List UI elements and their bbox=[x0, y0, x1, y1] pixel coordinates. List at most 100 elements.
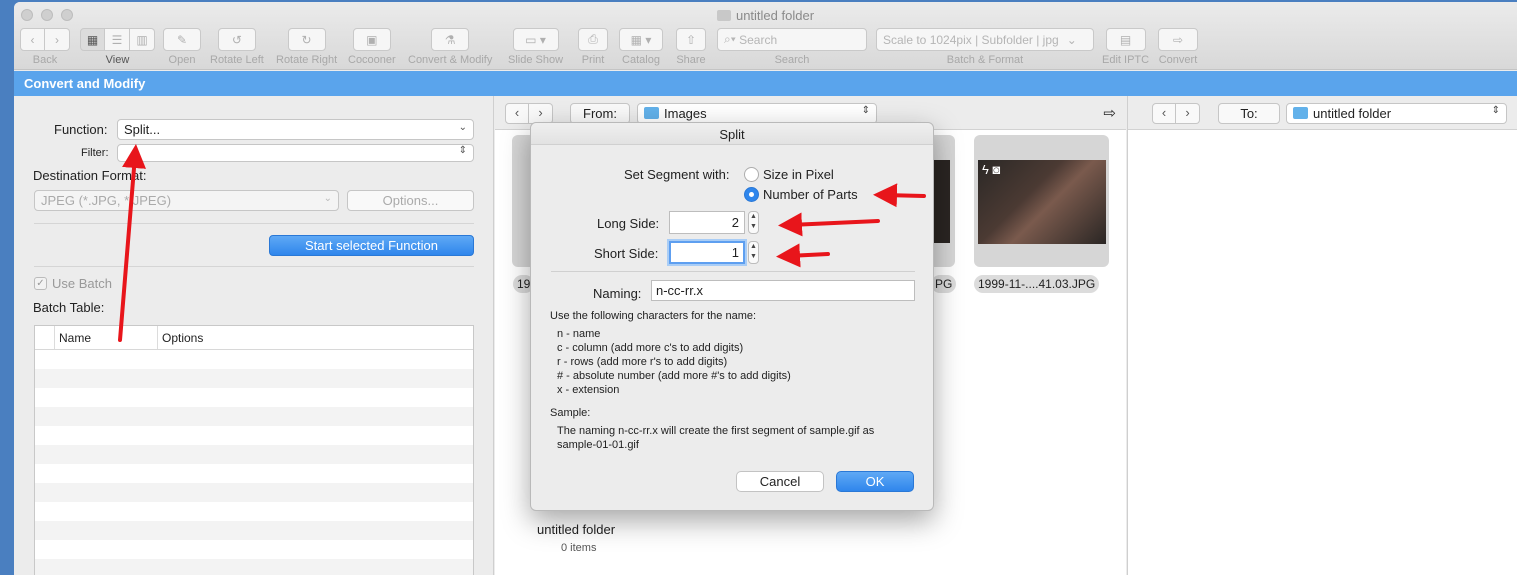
naming-field[interactable]: n-cc-rr.x bbox=[651, 280, 915, 301]
transfer-arrow-icon[interactable]: ⇨ bbox=[1103, 104, 1116, 122]
edit-iptc-label: Edit IPTC bbox=[1102, 54, 1150, 66]
table-row bbox=[35, 559, 473, 575]
table-row bbox=[35, 445, 473, 464]
cancel-button[interactable]: Cancel bbox=[736, 471, 824, 492]
table-row bbox=[35, 388, 473, 407]
divider bbox=[34, 223, 474, 224]
size-in-pixel-label[interactable]: Size in Pixel bbox=[763, 167, 834, 182]
from-path-select[interactable]: Images ⇕ bbox=[637, 103, 877, 124]
back-tool: ‹ › Back bbox=[20, 28, 70, 66]
sample-label: Sample: bbox=[550, 407, 591, 419]
batch-table[interactable]: Name Options bbox=[34, 325, 474, 575]
chevron-left-icon[interactable]: ‹ bbox=[20, 28, 45, 51]
long-side-label: Long Side: bbox=[597, 216, 660, 231]
panel-header: Convert and Modify bbox=[14, 71, 1517, 96]
filmstrip-view-icon[interactable]: ▥ bbox=[130, 28, 155, 51]
long-side-field[interactable]: 2 bbox=[669, 211, 745, 234]
convert-tool[interactable]: ⇨ Convert bbox=[1158, 28, 1198, 66]
nav-forward-button[interactable]: › bbox=[529, 103, 553, 124]
help-line: c - column (add more c's to add digits) bbox=[557, 342, 744, 354]
destination-navbar: ‹ › To: untitled folder ⇕ bbox=[1128, 96, 1517, 130]
nav-forward-button[interactable]: › bbox=[1176, 103, 1200, 124]
open-tool[interactable]: ✎ Open bbox=[163, 28, 201, 66]
share-label: Share bbox=[676, 54, 706, 66]
toolbar: untitled folder ‹ › Back ▦ ☰ ▥ View ✎ Op… bbox=[14, 2, 1517, 70]
chevron-right-icon: › bbox=[1185, 105, 1190, 120]
table-row bbox=[35, 407, 473, 426]
rotate-right-tool[interactable]: ↻ Rotate Right bbox=[276, 28, 337, 66]
chevron-right-icon[interactable]: › bbox=[45, 28, 70, 51]
updown-chevron-icon: ⇕ bbox=[861, 105, 870, 116]
rotate-right-icon[interactable]: ↻ bbox=[287, 28, 326, 51]
table-row bbox=[35, 521, 473, 540]
convert-modify-icon[interactable]: ⚗ bbox=[431, 28, 470, 51]
from-button[interactable]: From: bbox=[570, 103, 630, 124]
destination-format-label: Destination Format: bbox=[33, 168, 147, 183]
cocooner-tool[interactable]: ▣ Cocooner bbox=[348, 28, 396, 66]
edit-iptc-icon[interactable]: ▤ bbox=[1105, 28, 1146, 51]
column-header-options[interactable]: Options bbox=[158, 326, 473, 349]
filter-select[interactable]: ⇕ bbox=[117, 144, 474, 162]
dialog-title: Split bbox=[531, 123, 933, 145]
cocooner-icon[interactable]: ▣ bbox=[352, 28, 391, 51]
catalog-icon[interactable]: ▦ ▾ bbox=[619, 28, 663, 51]
short-side-label: Short Side: bbox=[594, 246, 659, 261]
destination-format-select[interactable]: JPEG (*.JPG, *.JPEG) ⌄ bbox=[34, 190, 339, 211]
column-header-name[interactable]: Name bbox=[55, 326, 158, 349]
start-function-button[interactable]: Start selected Function bbox=[269, 235, 474, 256]
function-select[interactable]: Split... ⌄ bbox=[117, 119, 474, 140]
print-label: Print bbox=[581, 54, 605, 66]
list-view-icon[interactable]: ☰ bbox=[105, 28, 130, 51]
convert-label: Convert bbox=[1158, 54, 1198, 66]
share-icon[interactable]: ⇧ bbox=[676, 28, 706, 51]
table-row bbox=[35, 426, 473, 445]
destination-browser: ‹ › To: untitled folder ⇕ bbox=[1127, 96, 1517, 575]
number-of-parts-radio[interactable] bbox=[744, 187, 759, 202]
help-line: r - rows (add more r's to add digits) bbox=[557, 356, 728, 368]
table-row bbox=[35, 350, 473, 369]
open-icon[interactable]: ✎ bbox=[163, 28, 201, 51]
folder-icon bbox=[1293, 107, 1308, 119]
catalog-tool[interactable]: ▦ ▾ Catalog bbox=[619, 28, 663, 66]
convert-modify-tool[interactable]: ⚗ Convert & Modify bbox=[408, 28, 492, 66]
table-body bbox=[35, 350, 473, 575]
batch-table-label: Batch Table: bbox=[33, 300, 105, 315]
divider bbox=[551, 271, 915, 272]
search-input[interactable]: ⌕▾ Search bbox=[717, 28, 867, 51]
sample-text: The naming n-cc-rr.x will create the fir… bbox=[557, 425, 875, 437]
edit-iptc-tool[interactable]: ▤ Edit IPTC bbox=[1102, 28, 1149, 66]
chevron-down-icon: ⌄ bbox=[1066, 32, 1077, 47]
use-batch-checkbox[interactable]: ✓ bbox=[34, 277, 47, 290]
chevron-down-icon: ⌄ bbox=[458, 122, 467, 133]
catalog-label: Catalog bbox=[622, 54, 660, 66]
print-tool[interactable]: ⎙ Print bbox=[578, 28, 608, 66]
updown-chevron-icon: ⇕ bbox=[1491, 105, 1500, 116]
rotate-left-tool[interactable]: ↺ Rotate Left bbox=[210, 28, 264, 66]
grid-view-icon[interactable]: ▦ bbox=[80, 28, 105, 51]
options-button[interactable]: Options... bbox=[347, 190, 474, 211]
to-path-select[interactable]: untitled folder ⇕ bbox=[1286, 103, 1507, 124]
help-line: n - name bbox=[557, 328, 601, 340]
thumbnail-card[interactable]: ϟ ◙ bbox=[974, 135, 1109, 267]
print-icon[interactable]: ⎙ bbox=[578, 28, 608, 51]
short-side-field[interactable]: 1 bbox=[669, 241, 745, 264]
long-side-stepper[interactable]: ▲ ▼ bbox=[748, 211, 759, 234]
to-button[interactable]: To: bbox=[1218, 103, 1280, 124]
number-of-parts-label[interactable]: Number of Parts bbox=[763, 187, 858, 202]
convert-icon[interactable]: ⇨ bbox=[1158, 28, 1198, 51]
rotate-left-icon[interactable]: ↺ bbox=[217, 28, 256, 51]
table-row bbox=[35, 369, 473, 388]
nav-back-button[interactable]: ‹ bbox=[1152, 103, 1176, 124]
camera-icon: ϟ ◙ bbox=[982, 162, 1001, 177]
batch-format-select[interactable]: Scale to 1024pix | Subfolder | jpg ⌄ bbox=[876, 28, 1094, 51]
chevron-left-icon: ‹ bbox=[514, 105, 520, 120]
nav-back-button[interactable]: ‹ bbox=[505, 103, 529, 124]
short-side-stepper[interactable]: ▲ ▼ bbox=[748, 241, 759, 264]
slide-show-icon[interactable]: ▭ ▾ bbox=[512, 28, 559, 51]
folder-name[interactable]: untitled folder bbox=[537, 522, 615, 537]
slide-show-tool[interactable]: ▭ ▾ Slide Show bbox=[508, 28, 563, 66]
ok-button[interactable]: OK bbox=[836, 471, 914, 492]
search-tool: ⌕▾ Search Search bbox=[717, 28, 867, 66]
share-tool[interactable]: ⇧ Share bbox=[676, 28, 706, 66]
size-in-pixel-radio[interactable] bbox=[744, 167, 759, 182]
